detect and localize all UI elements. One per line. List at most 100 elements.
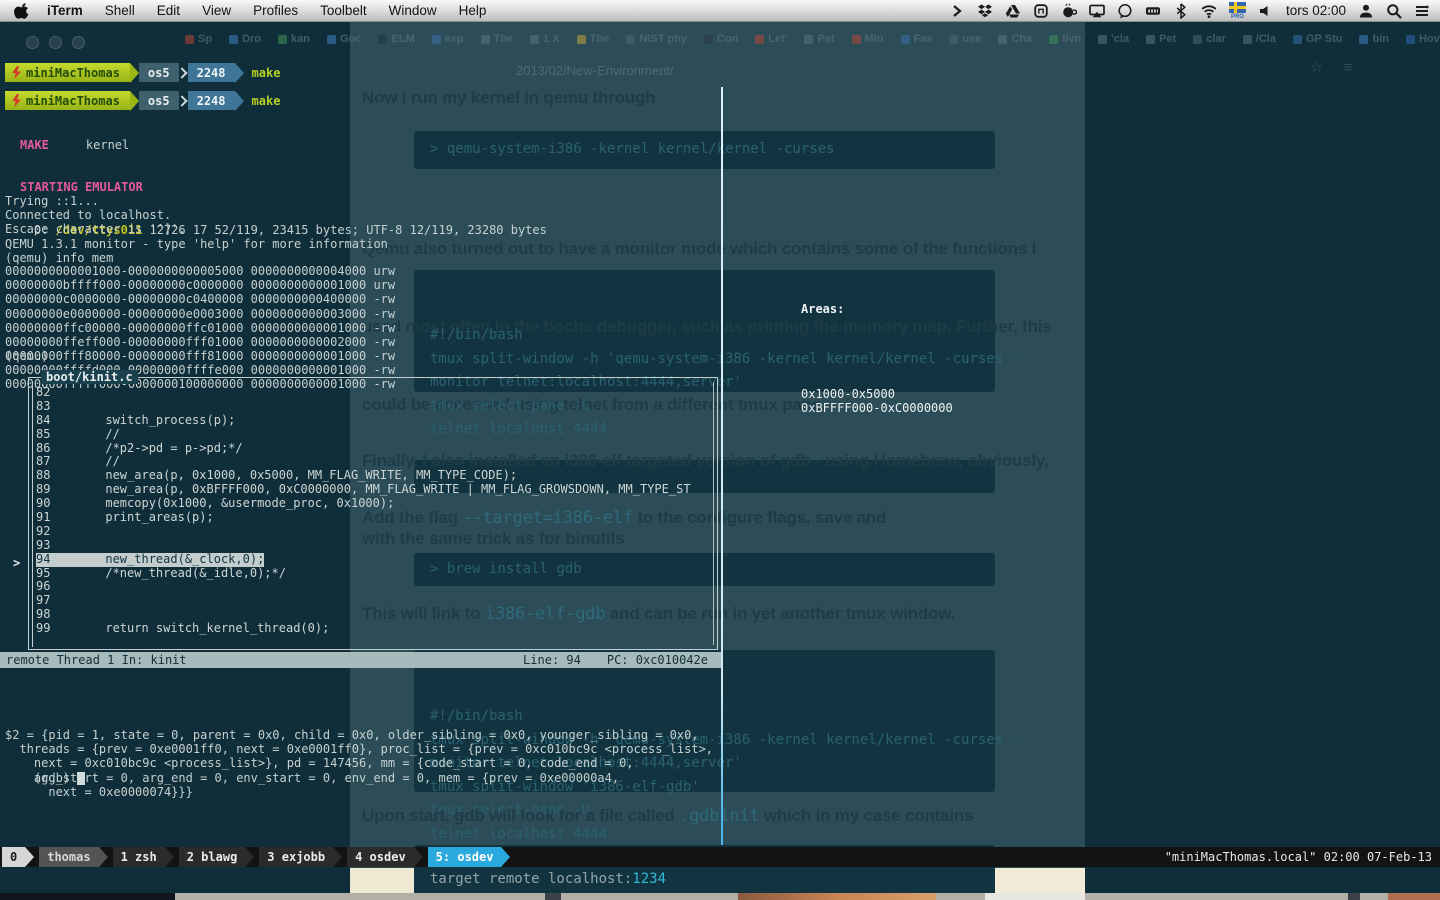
bookmark-item[interactable]: bin (1359, 33, 1389, 45)
gdb-prompt: (gdb) (34, 771, 70, 785)
bluetooth-icon[interactable] (1173, 3, 1189, 19)
volume-icon[interactable] (1258, 3, 1274, 19)
shell-prompt-1[interactable]: miniMacThomas os5 2248 make (5, 63, 280, 82)
bookmark-item[interactable]: The (481, 33, 514, 45)
bookmark-item[interactable]: ELM (378, 33, 414, 45)
keystroke-visualizer-icon[interactable] (1145, 3, 1161, 19)
caffeine-coffee-icon[interactable] (1061, 3, 1077, 19)
qemu-prompt[interactable]: (qemu) (5, 349, 48, 363)
bookmark-item[interactable]: kan (278, 33, 310, 45)
bookmark-item[interactable]: 1 X (530, 33, 560, 45)
tmux-pane-divider[interactable] (721, 87, 723, 845)
powerline-arrow-icon (130, 63, 139, 83)
bookmark-favicon (432, 35, 441, 44)
tmux-window-tab[interactable]: 4 osdev (347, 847, 428, 867)
bookmark-item[interactable]: Goc (327, 33, 361, 45)
line-number: 99 (36, 622, 62, 636)
blog-code-target-text: target remote localhost:1234 (430, 871, 666, 887)
airplay-display-icon[interactable] (1089, 3, 1105, 19)
bookmark-item[interactable]: Pet (1146, 33, 1176, 45)
tmux-host-clock: "miniMacThomas.local" 02:00 07-Feb-13 (1165, 850, 1440, 864)
minimize-window-icon[interactable] (49, 36, 62, 49)
bookmark-item[interactable]: Fas (901, 33, 933, 45)
google-drive-icon[interactable] (1005, 3, 1021, 19)
tmux-window-tab[interactable]: 2 blawg (179, 847, 260, 867)
text-cursor (77, 772, 85, 785)
line-code: print_areas(p); (62, 510, 214, 524)
menu-item[interactable]: Edit (157, 3, 180, 18)
zoom-window-icon[interactable] (72, 36, 85, 49)
menu-item[interactable]: View (202, 3, 231, 18)
wifi-icon[interactable] (1201, 3, 1217, 19)
menubar-clock[interactable]: tors 02:00 (1286, 3, 1346, 18)
chat-bubble-icon[interactable] (1117, 3, 1133, 19)
tmux-window-tab[interactable]: 5: osdev (428, 847, 516, 867)
background-window-fragment (1348, 893, 1360, 900)
blog-paragraph-gdbinit: Upon start, gdb will look for a file cal… (362, 806, 973, 826)
line-number: 96 (36, 580, 62, 594)
menu-item[interactable]: Profiles (253, 3, 298, 18)
bookmark-favicon (229, 35, 238, 44)
line-code: switch_process(p); (62, 413, 235, 427)
qemu-memory-map: 0000000000001000-0000000000005000 000000… (5, 222, 395, 391)
bookmark-item[interactable]: Min (852, 33, 884, 45)
bookmark-item[interactable]: 'cla (1098, 33, 1129, 45)
tmux-window-tab[interactable]: 1 zsh (113, 847, 179, 867)
bookmark-item[interactable]: The (577, 33, 610, 45)
bookmark-item[interactable]: Hov (1406, 33, 1440, 45)
bookmark-item[interactable]: Dro (229, 33, 261, 45)
browser-traffic-lights[interactable] (26, 36, 85, 49)
user-switch-icon[interactable] (1358, 3, 1374, 19)
bookmark-item[interactable]: Let' (755, 33, 787, 45)
bookmark-item[interactable]: exp (432, 33, 464, 45)
bookmark-item[interactable]: Pet (804, 33, 834, 45)
active-app-name[interactable]: iTerm (47, 3, 83, 18)
shell-prompt-2[interactable]: miniMacThomas os5 2248 make (5, 91, 280, 110)
tmux-window-tab[interactable]: 3 exjobb (259, 847, 347, 867)
bookmark-item[interactable]: NIST phy (626, 33, 687, 45)
prompt-user: miniMacThomas (26, 66, 120, 80)
bookmark-item[interactable]: Con (704, 33, 738, 45)
bookmark-favicon (577, 35, 586, 44)
bookmark-favicon (901, 35, 910, 44)
macos-menu-bar: iTerm Shell Edit View Profiles Toolbelt Windo… (0, 0, 1440, 22)
serial-output-areas: Areas: 0x1000-0x50000xBFFFF000-0xC000000… (801, 274, 953, 443)
notification-center-icon[interactable] (1414, 3, 1430, 19)
bookmark-item[interactable]: livn (1049, 33, 1081, 45)
bookmark-item[interactable]: Sp (185, 33, 212, 45)
bookmark-item[interactable]: clar (1193, 33, 1226, 45)
menubar-chevron-icon[interactable] (949, 3, 965, 19)
bookmark-item[interactable]: Cha (998, 33, 1032, 45)
menu-item[interactable]: Window (389, 3, 437, 18)
line-number: 90 (36, 497, 62, 511)
bookmark-item[interactable]: GP Stu (1293, 33, 1342, 45)
spotlight-search-icon[interactable] (1386, 3, 1402, 19)
source-line: 88 new_area(p, 0x1000, 0x5000, MM_FLAG_W… (36, 469, 711, 483)
clipboard-app-icon[interactable] (1033, 3, 1049, 19)
bookmark-item[interactable]: /Cla (1243, 33, 1276, 45)
line-number: 93 (36, 539, 62, 553)
line-number: 86 (36, 442, 62, 456)
bookmark-favicon (1146, 35, 1155, 44)
powerline-arrow-icon (245, 847, 254, 867)
bookmark-item[interactable]: use (949, 33, 981, 45)
memory-map-row: 00000000e0000000-00000000e0003000 000000… (5, 307, 395, 321)
input-language-flag-icon[interactable]: PRO (1229, 2, 1246, 20)
dropbox-icon[interactable] (977, 3, 993, 19)
star-icon[interactable]: ☆ (1310, 58, 1323, 76)
browser-menu-icon[interactable]: ≡ (1343, 59, 1352, 76)
line-number: 88 (36, 469, 62, 483)
browser-address-text[interactable]: 2013/02/New-Environment/ (516, 63, 674, 78)
bookmark-favicon (1193, 35, 1202, 44)
areas-title: Areas: (801, 302, 953, 316)
menu-item[interactable]: Toolbelt (320, 3, 367, 18)
gdb-prompt-line[interactable]: (gdb) (5, 757, 85, 799)
tmux-window-tab[interactable]: 0 (2, 847, 39, 867)
source-line: 83 (36, 400, 711, 414)
menu-item[interactable]: Help (459, 3, 487, 18)
tmux-window-tab[interactable]: thomas (39, 847, 112, 867)
memory-map-row: 00000000c0000000-00000000c0400000 000000… (5, 292, 395, 306)
close-window-icon[interactable] (26, 36, 39, 49)
apple-menu-icon[interactable] (14, 2, 31, 19)
menu-item[interactable]: Shell (105, 3, 135, 18)
